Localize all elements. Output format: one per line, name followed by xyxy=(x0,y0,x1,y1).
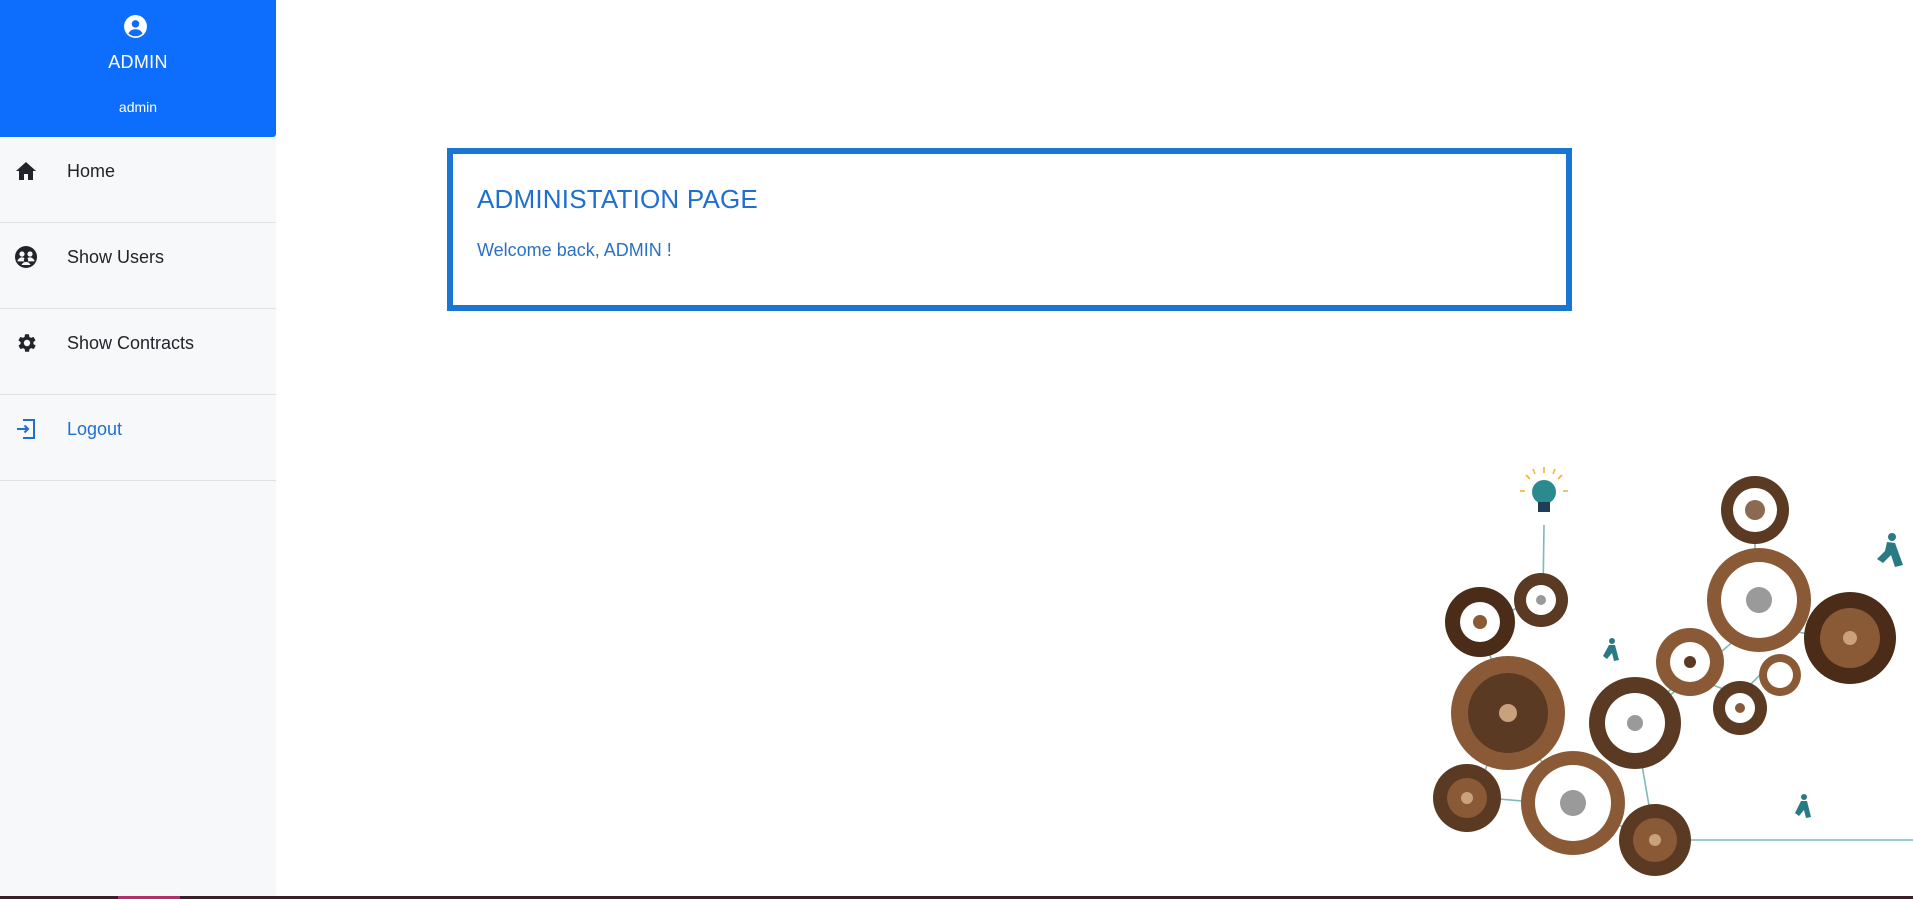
sidebar-item-label: Show Contracts xyxy=(67,333,195,353)
profile-role: admin xyxy=(118,99,158,115)
sidebar-item-logout[interactable]: Logout xyxy=(0,395,276,481)
gear-group xyxy=(1433,476,1896,876)
sidebar-item-label: Show Users xyxy=(67,247,165,267)
profile-header: ADMIN admin xyxy=(0,0,276,137)
profile-name: ADMIN xyxy=(108,52,168,72)
sidebar-item-show-contracts[interactable]: Show Contracts xyxy=(0,309,276,395)
lightbulb-icon xyxy=(1520,467,1568,512)
welcome-message: Welcome back, ADMIN ! xyxy=(477,240,672,260)
app-root: ADMIN admin Home Show Users Show Contrac… xyxy=(0,0,1913,899)
admin-card: ADMINISTATION PAGE Welcome back, ADMIN ! xyxy=(447,148,1572,311)
sidebar-item-label: Home xyxy=(67,161,116,181)
sidebar-nav: Home Show Users Show Contracts Logout xyxy=(0,137,276,481)
gears-illustration xyxy=(1433,467,1913,876)
sidebar-item-label: Logout xyxy=(67,419,123,439)
logout-icon xyxy=(17,419,35,439)
page-title: ADMINISTATION PAGE xyxy=(477,184,758,214)
sidebar-item-show-users[interactable]: Show Users xyxy=(0,223,276,309)
home-icon xyxy=(16,162,36,180)
users-icon xyxy=(15,246,37,268)
user-circle-icon xyxy=(124,15,147,38)
gear-icon xyxy=(18,334,36,352)
sidebar: ADMIN admin Home Show Users Show Contrac… xyxy=(0,0,276,896)
sidebar-item-home[interactable]: Home xyxy=(0,137,276,223)
